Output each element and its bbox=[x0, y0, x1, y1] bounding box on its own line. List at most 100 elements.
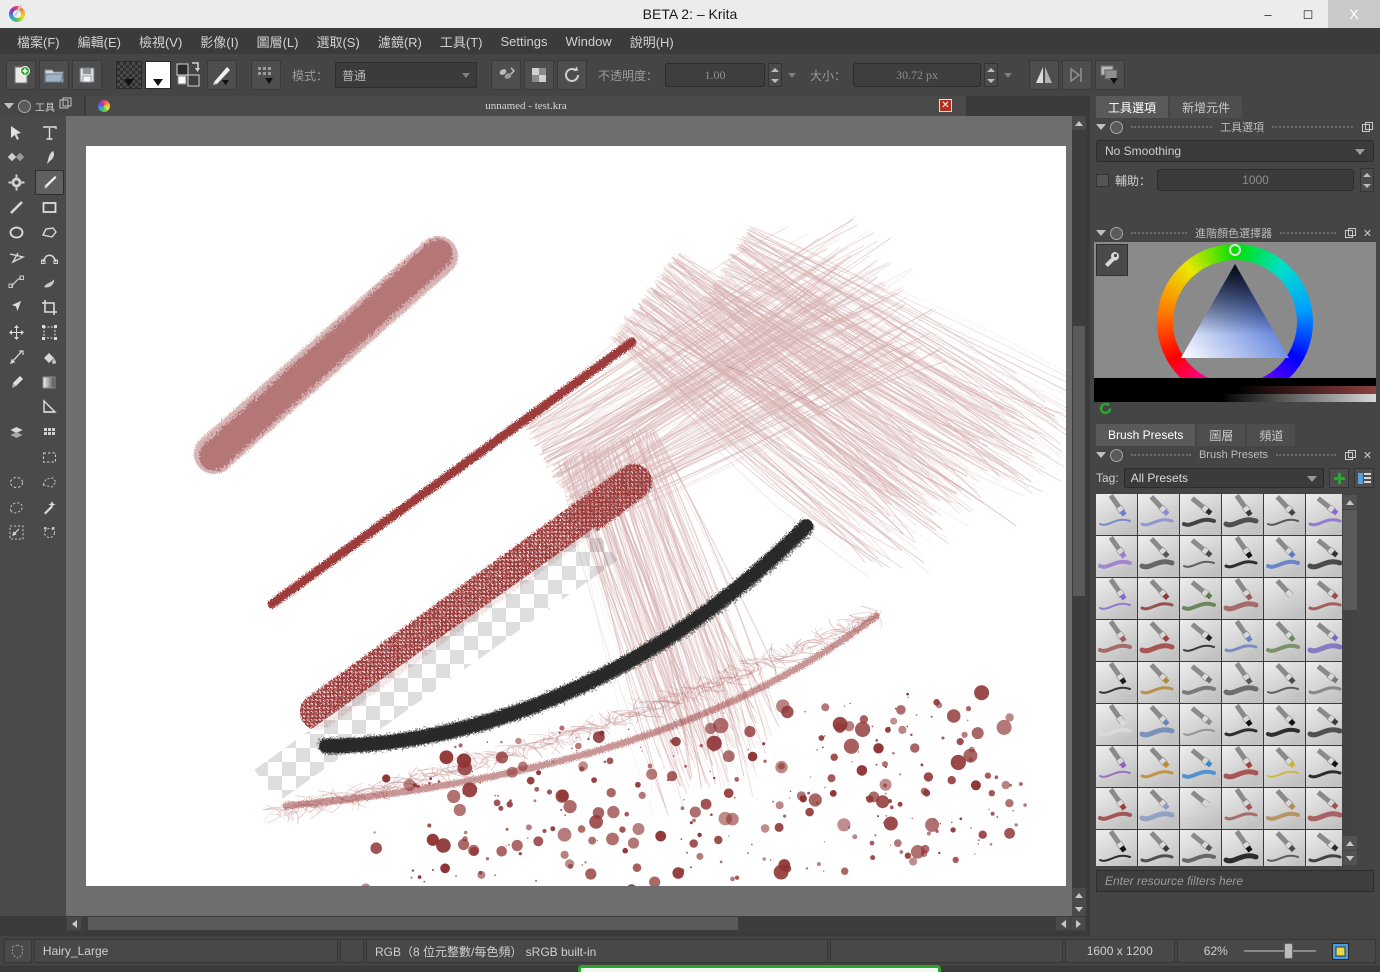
tool-line[interactable] bbox=[2, 195, 31, 220]
brush-preset-thumbnail[interactable] bbox=[1222, 746, 1263, 787]
brush-preset-thumbnail[interactable] bbox=[1222, 578, 1263, 619]
tool-rectangular-select[interactable] bbox=[35, 445, 64, 470]
menu-edit[interactable]: 編輯(E) bbox=[69, 29, 130, 54]
brush-preset-thumbnail[interactable] bbox=[1222, 536, 1263, 577]
tool-freehand-path-node[interactable] bbox=[2, 270, 31, 295]
brush-preset-thumbnail[interactable] bbox=[1222, 620, 1263, 661]
chevron-left-icon[interactable] bbox=[1056, 917, 1070, 930]
tool-polygon[interactable] bbox=[35, 220, 64, 245]
horizontal-scroll-thumb[interactable] bbox=[88, 917, 738, 930]
brush-preset-thumbnail[interactable] bbox=[1222, 704, 1263, 745]
assistant-value-field[interactable]: 1000 bbox=[1157, 169, 1354, 191]
notification-popup[interactable] bbox=[578, 965, 941, 972]
tool-freehand-select[interactable] bbox=[2, 495, 31, 520]
zoom-slider-knob[interactable] bbox=[1284, 943, 1293, 959]
selection-mask-icon[interactable] bbox=[4, 939, 32, 963]
tab-channels[interactable]: 頻道 bbox=[1247, 424, 1295, 446]
refresh-green-icon[interactable] bbox=[1098, 401, 1113, 421]
brush-preset-thumbnail[interactable] bbox=[1306, 746, 1347, 787]
tool-multibrush-arrow[interactable] bbox=[2, 295, 31, 320]
tool-grid[interactable] bbox=[35, 420, 64, 445]
chevron-down-icon[interactable] bbox=[1072, 902, 1086, 916]
brush-preset-thumbnail[interactable] bbox=[1306, 578, 1347, 619]
tool-paint-bucket[interactable] bbox=[35, 345, 64, 370]
brush-preset-thumbnail[interactable] bbox=[1180, 494, 1221, 535]
float-docker-icon[interactable] bbox=[59, 97, 72, 115]
tool-magic-wand-select[interactable] bbox=[35, 495, 64, 520]
lock-icon[interactable] bbox=[18, 100, 31, 113]
reload-preset-icon[interactable] bbox=[491, 60, 521, 90]
drag-handle[interactable] bbox=[1280, 232, 1336, 234]
size-stepper[interactable] bbox=[984, 63, 998, 87]
assistant-stepper[interactable] bbox=[1360, 168, 1374, 192]
brush-preset-thumbnail[interactable] bbox=[1180, 746, 1221, 787]
zoom-field[interactable]: 62% bbox=[1177, 939, 1376, 963]
open-folder-icon[interactable] bbox=[39, 60, 69, 90]
brush-preset-thumbnail[interactable] bbox=[1138, 662, 1179, 703]
brush-preset-thumbnail[interactable] bbox=[1264, 662, 1305, 703]
tool-assistant[interactable] bbox=[2, 420, 31, 445]
brush-preset-thumbnail[interactable] bbox=[1264, 494, 1305, 535]
advanced-color-selector[interactable] bbox=[1094, 242, 1376, 402]
brush-preset-thumbnail[interactable] bbox=[1306, 704, 1347, 745]
canvas-vertical-scrollbar[interactable] bbox=[1072, 116, 1086, 916]
assistant-checkbox[interactable] bbox=[1096, 174, 1109, 187]
brush-preset-icon[interactable] bbox=[207, 60, 237, 90]
reset-brush-icon[interactable] bbox=[557, 60, 587, 90]
menu-window[interactable]: Window bbox=[556, 31, 620, 52]
brush-preset-thumbnail[interactable] bbox=[1180, 578, 1221, 619]
brush-preset-thumbnail[interactable] bbox=[1264, 746, 1305, 787]
tool-freehand-brush[interactable] bbox=[35, 170, 64, 195]
opacity-stepper[interactable] bbox=[768, 63, 782, 87]
brush-preset-thumbnail[interactable] bbox=[1138, 788, 1179, 829]
maximize-button[interactable]: ◻ bbox=[1288, 0, 1328, 28]
brush-preset-thumbnail[interactable] bbox=[1264, 788, 1305, 829]
opacity-options-chevron-down-icon[interactable] bbox=[785, 73, 799, 78]
brush-preset-thumbnail[interactable] bbox=[1096, 494, 1137, 535]
brush-preset-thumbnail[interactable] bbox=[1180, 830, 1221, 866]
chevron-left-icon[interactable] bbox=[67, 917, 81, 930]
wrench-icon[interactable] bbox=[1096, 244, 1128, 276]
minimize-button[interactable]: – bbox=[1248, 0, 1288, 28]
brush-preset-thumbnail[interactable] bbox=[1096, 788, 1137, 829]
tool-calligraphy[interactable] bbox=[35, 145, 64, 170]
brush-preset-thumbnail[interactable] bbox=[1138, 536, 1179, 577]
brush-preset-thumbnail[interactable] bbox=[1096, 536, 1137, 577]
brush-preset-thumbnail[interactable] bbox=[1264, 578, 1305, 619]
mirror-horizontal-icon[interactable] bbox=[1029, 60, 1059, 90]
tab-brush-presets[interactable]: Brush Presets bbox=[1096, 424, 1195, 446]
image-canvas[interactable] bbox=[86, 146, 1066, 886]
tool-similar-color-select[interactable] bbox=[2, 520, 31, 545]
brush-preset-thumbnail[interactable] bbox=[1222, 788, 1263, 829]
hue-ring-cursor[interactable] bbox=[1229, 244, 1241, 256]
color-bar-black[interactable] bbox=[1094, 378, 1376, 386]
preset-scroll-thumb[interactable] bbox=[1343, 510, 1357, 610]
close-icon[interactable]: ✕ bbox=[1361, 449, 1374, 462]
brush-preset-thumbnail[interactable] bbox=[1096, 662, 1137, 703]
foreground-background-color-icon[interactable] bbox=[174, 60, 204, 90]
menu-filter[interactable]: 濾鏡(R) bbox=[369, 29, 431, 54]
brush-preset-thumbnail[interactable] bbox=[1138, 620, 1179, 661]
brush-preset-thumbnail[interactable] bbox=[1222, 494, 1263, 535]
lock-icon[interactable] bbox=[1110, 227, 1123, 240]
brush-preset-thumbnail[interactable] bbox=[1306, 662, 1347, 703]
gradient-swatch-icon[interactable] bbox=[145, 61, 171, 89]
canvas-area[interactable] bbox=[66, 116, 1086, 916]
resource-filter-input[interactable]: Enter resource filters here bbox=[1096, 870, 1374, 892]
tool-gradient[interactable] bbox=[35, 370, 64, 395]
tool-select-shapes[interactable] bbox=[2, 120, 31, 145]
save-floppy-icon[interactable] bbox=[72, 60, 102, 90]
menu-image[interactable]: 影像(I) bbox=[191, 29, 247, 54]
brush-preset-thumbnail[interactable] bbox=[1222, 662, 1263, 703]
tool-gradient-edit[interactable] bbox=[2, 170, 31, 195]
brush-preset-thumbnail[interactable] bbox=[1096, 830, 1137, 866]
float-docker-icon[interactable] bbox=[1344, 227, 1357, 240]
chevron-up-icon[interactable] bbox=[1343, 495, 1357, 509]
size-field[interactable]: 30.72 px bbox=[853, 63, 981, 87]
preserve-alpha-icon[interactable] bbox=[524, 60, 554, 90]
menu-select[interactable]: 選取(S) bbox=[307, 29, 368, 54]
drag-handle[interactable] bbox=[1272, 126, 1353, 128]
chevron-down-icon[interactable] bbox=[1343, 851, 1357, 865]
color-bar-saturation[interactable] bbox=[1094, 386, 1376, 394]
color-value-bars[interactable] bbox=[1094, 378, 1376, 402]
